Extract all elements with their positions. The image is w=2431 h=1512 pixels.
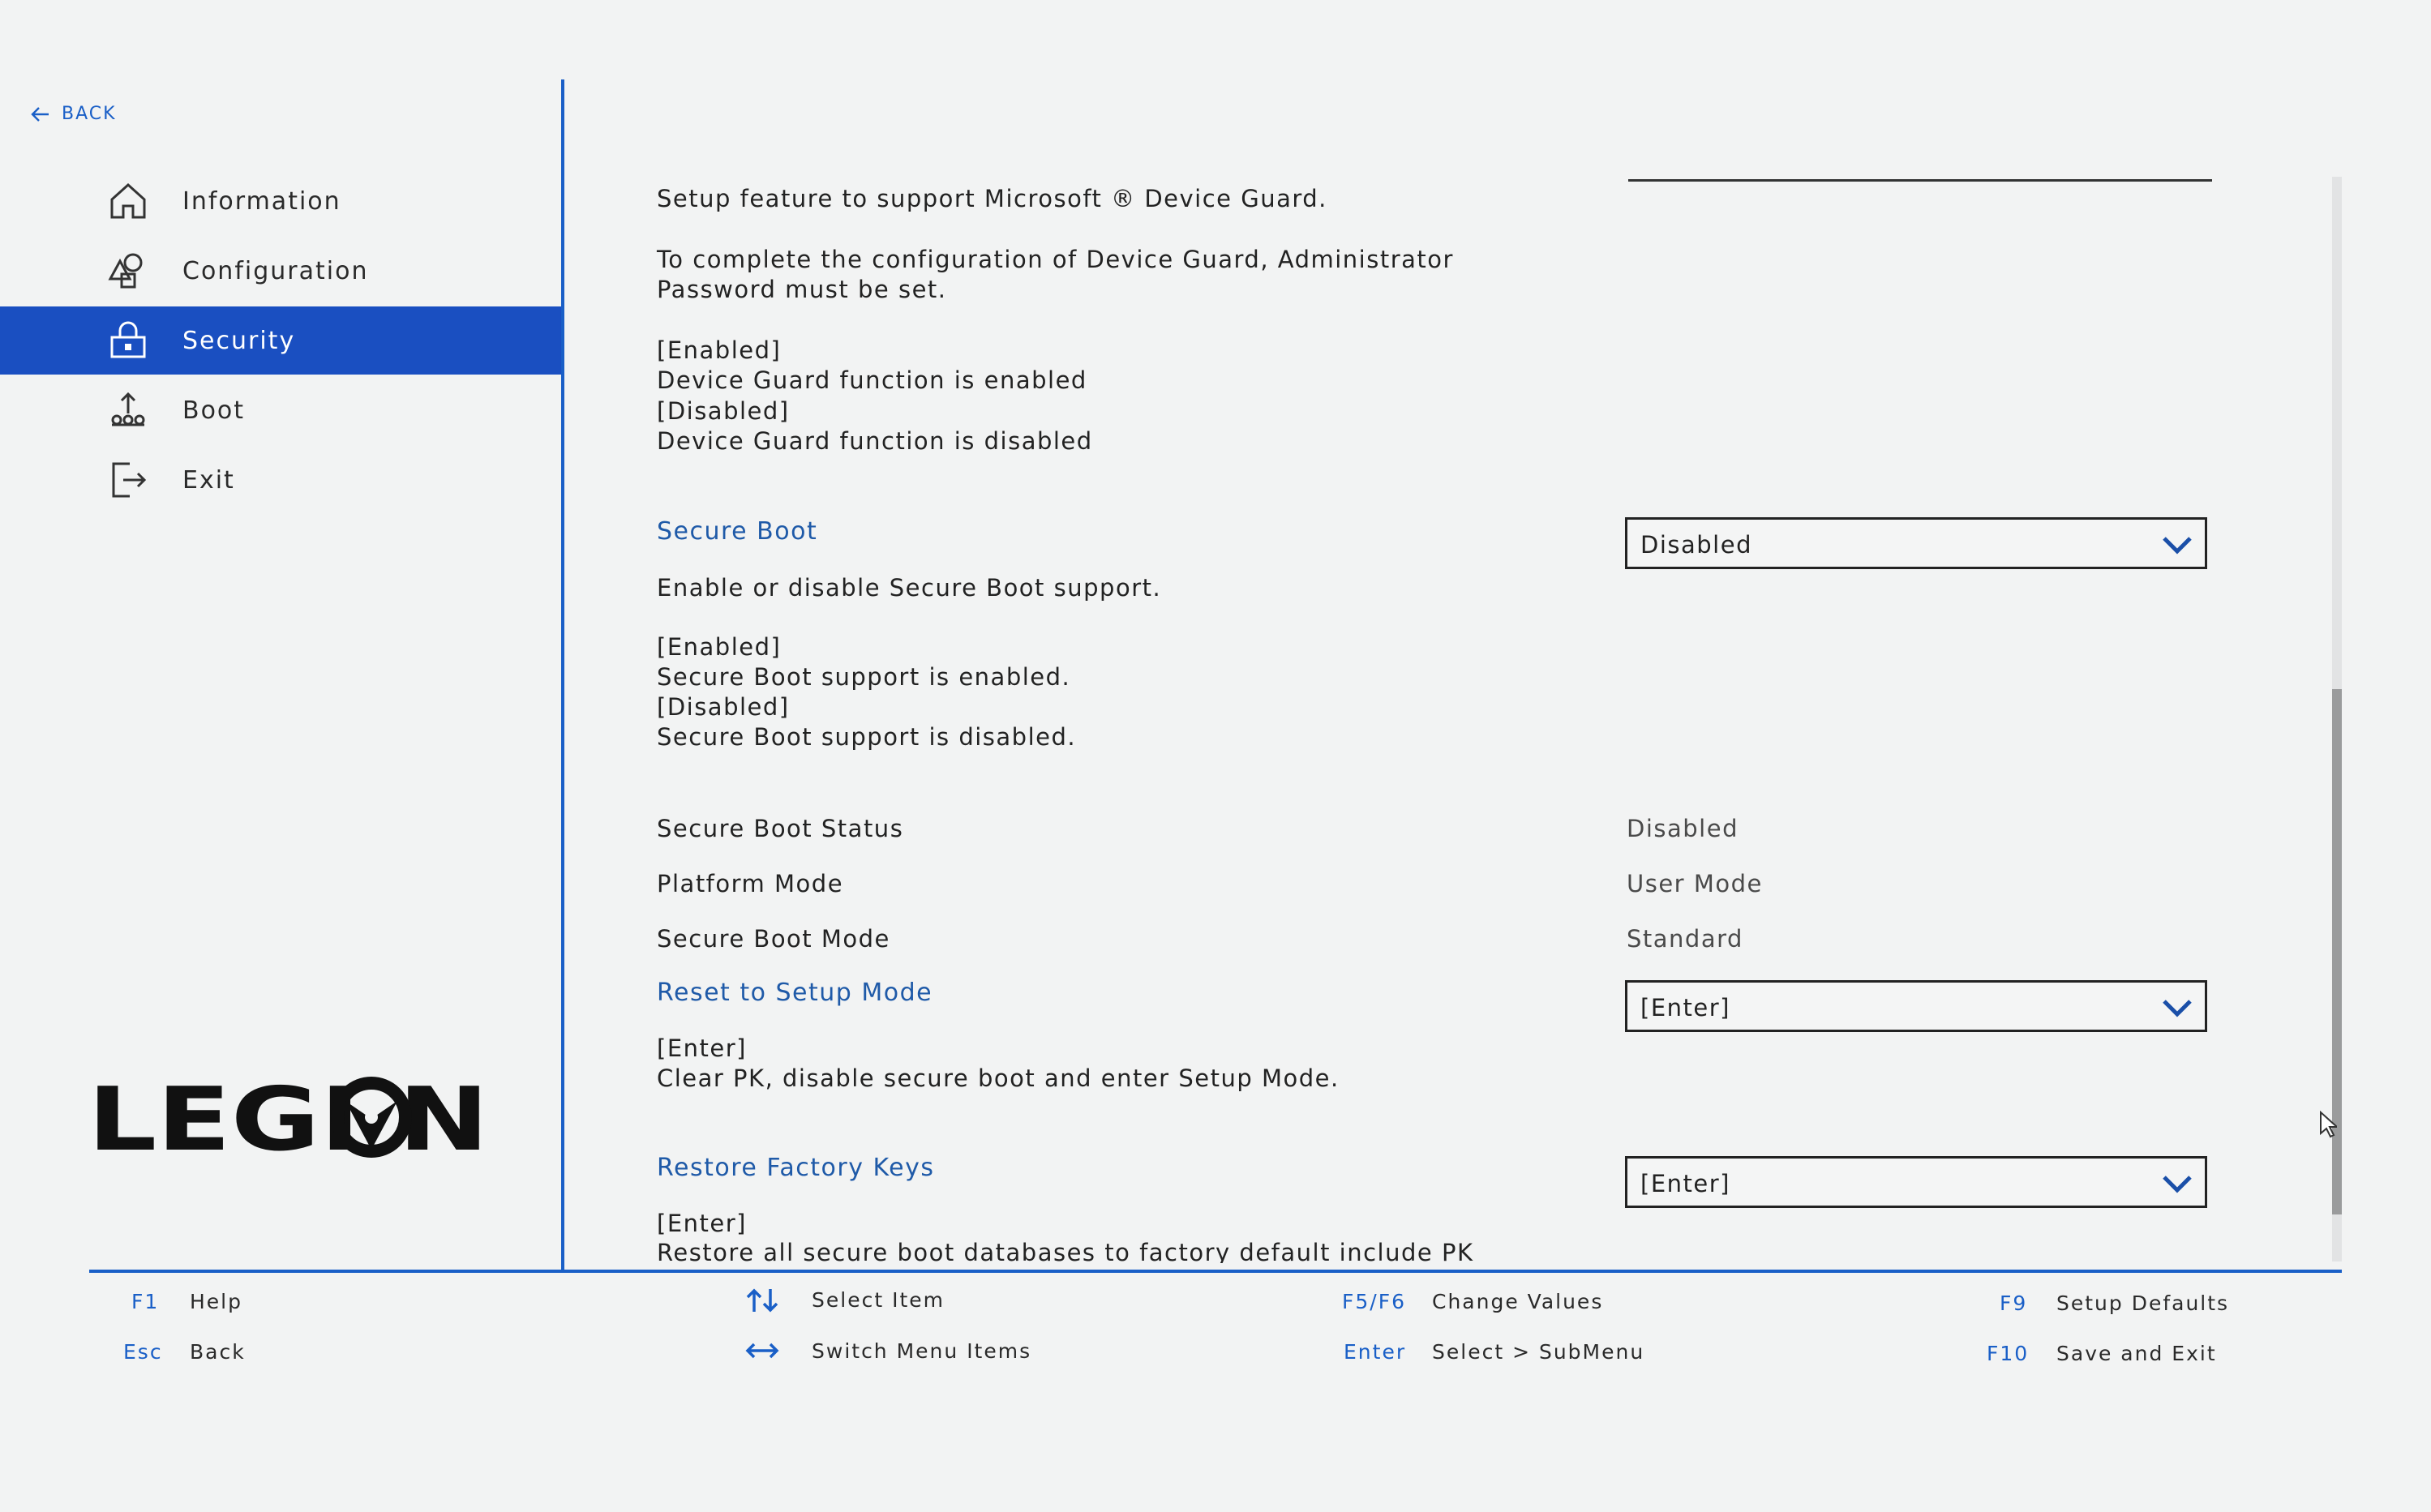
sidebar-item-boot[interactable]: Boot: [0, 376, 561, 444]
f1-key: F1: [131, 1290, 160, 1313]
up-down-arrows-icon: [746, 1288, 778, 1313]
sidebar-item-exit[interactable]: Exit: [0, 446, 561, 514]
reset-to-setup-mode-value: [Enter]: [1640, 994, 1730, 1022]
f9-key: F9: [2000, 1291, 2028, 1315]
top-underline: [1628, 179, 2212, 182]
secure-boot-option-enabled-desc: Secure Boot support is enabled.: [657, 663, 1071, 691]
reset-to-setup-mode-label[interactable]: Reset to Setup Mode: [657, 979, 933, 1007]
device-guard-option-enabled: [Enabled]: [657, 336, 782, 364]
sidebar-item-configuration[interactable]: Configuration: [0, 237, 561, 305]
f1-desc: Help: [190, 1290, 242, 1313]
shapes-icon: [108, 253, 143, 289]
footer-divider: [89, 1270, 2342, 1273]
sidebar-item-label: Information: [182, 186, 341, 216]
switch-menu-desc: Switch Menu Items: [812, 1339, 1032, 1363]
platform-mode-label: Platform Mode: [657, 870, 844, 897]
enter-desc: Select > SubMenu: [1432, 1340, 1645, 1364]
device-guard-option-disabled: [Disabled]: [657, 397, 790, 425]
exit-icon: [112, 462, 147, 498]
restore-factory-keys-option: [Enter]: [657, 1210, 747, 1237]
secure-boot-label[interactable]: Secure Boot: [657, 517, 817, 546]
boot-icon: [111, 392, 145, 426]
secure-boot-option-enabled: [Enabled]: [657, 633, 782, 661]
reset-to-setup-mode-option-desc: Clear PK, disable secure boot and enter …: [657, 1064, 1340, 1092]
device-guard-option-disabled-desc: Device Guard function is disabled: [657, 427, 1093, 455]
back-label: BACK: [62, 104, 117, 124]
restore-factory-keys-value: [Enter]: [1640, 1170, 1730, 1197]
esc-desc: Back: [190, 1340, 246, 1364]
home-icon: [110, 182, 146, 219]
sidebar-item-label: Boot: [182, 396, 246, 425]
device-guard-option-enabled-desc: Device Guard function is enabled: [657, 366, 1087, 394]
device-guard-note: To complete the configuration of Device …: [657, 246, 1454, 273]
legion-logo: LEGI N: [88, 1072, 489, 1161]
restore-factory-keys-select[interactable]: [Enter]: [1625, 1156, 2207, 1208]
arrow-left-icon: [31, 106, 49, 122]
restore-factory-keys-label[interactable]: Restore Factory Keys: [657, 1154, 935, 1182]
sidebar-divider: [561, 79, 564, 1271]
restore-factory-keys-option-desc: Restore all secure boot databases to fac…: [657, 1239, 1474, 1263]
mouse-cursor-icon: [2320, 1111, 2337, 1138]
enter-key: Enter: [1344, 1340, 1407, 1364]
sidebar-item-information[interactable]: Information: [0, 167, 561, 235]
chevron-down-icon: [2163, 1176, 2192, 1193]
reset-to-setup-mode-option: [Enter]: [657, 1034, 747, 1062]
platform-mode-value: User Mode: [1627, 870, 1763, 897]
f10-key: F10: [1987, 1342, 2030, 1365]
lock-icon: [110, 321, 146, 358]
f5f6-key: F5/F6: [1342, 1290, 1406, 1313]
select-item-desc: Select Item: [812, 1288, 945, 1312]
reset-to-setup-mode-select[interactable]: [Enter]: [1625, 980, 2207, 1032]
device-guard-note-2: Password must be set.: [657, 276, 947, 303]
chevron-down-icon: [2163, 1000, 2192, 1017]
secure-boot-option-disabled-desc: Secure Boot support is disabled.: [657, 723, 1077, 751]
secure-boot-value: Disabled: [1640, 531, 1752, 559]
secure-boot-select[interactable]: Disabled: [1625, 517, 2207, 569]
f10-desc: Save and Exit: [2056, 1342, 2217, 1365]
secure-boot-status-value: Disabled: [1627, 815, 1739, 842]
secure-boot-status-label: Secure Boot Status: [657, 815, 904, 842]
sidebar-item-label: Exit: [182, 465, 235, 495]
back-button[interactable]: BACK: [31, 104, 117, 124]
sidebar-item-label: Security: [182, 326, 296, 355]
esc-key: Esc: [123, 1340, 163, 1364]
f5f6-desc: Change Values: [1432, 1290, 1604, 1313]
secure-boot-option-disabled: [Disabled]: [657, 693, 790, 721]
left-right-arrows-icon: [745, 1343, 779, 1359]
secure-boot-description: Enable or disable Secure Boot support.: [657, 574, 1162, 602]
secure-boot-mode-label: Secure Boot Mode: [657, 925, 890, 953]
restore-factory-keys-desc-clip: Restore all secure boot databases to fac…: [649, 1239, 1784, 1263]
f9-desc: Setup Defaults: [2056, 1291, 2230, 1315]
chevron-down-icon: [2163, 537, 2192, 555]
device-guard-description: Setup feature to support Microsoft ® Dev…: [657, 185, 1327, 212]
secure-boot-mode-value: Standard: [1627, 925, 1743, 953]
sidebar-item-label: Configuration: [182, 256, 369, 285]
svg-text:LEGI N: LEGI N: [88, 1072, 489, 1161]
sidebar-item-security[interactable]: Security: [0, 306, 561, 375]
